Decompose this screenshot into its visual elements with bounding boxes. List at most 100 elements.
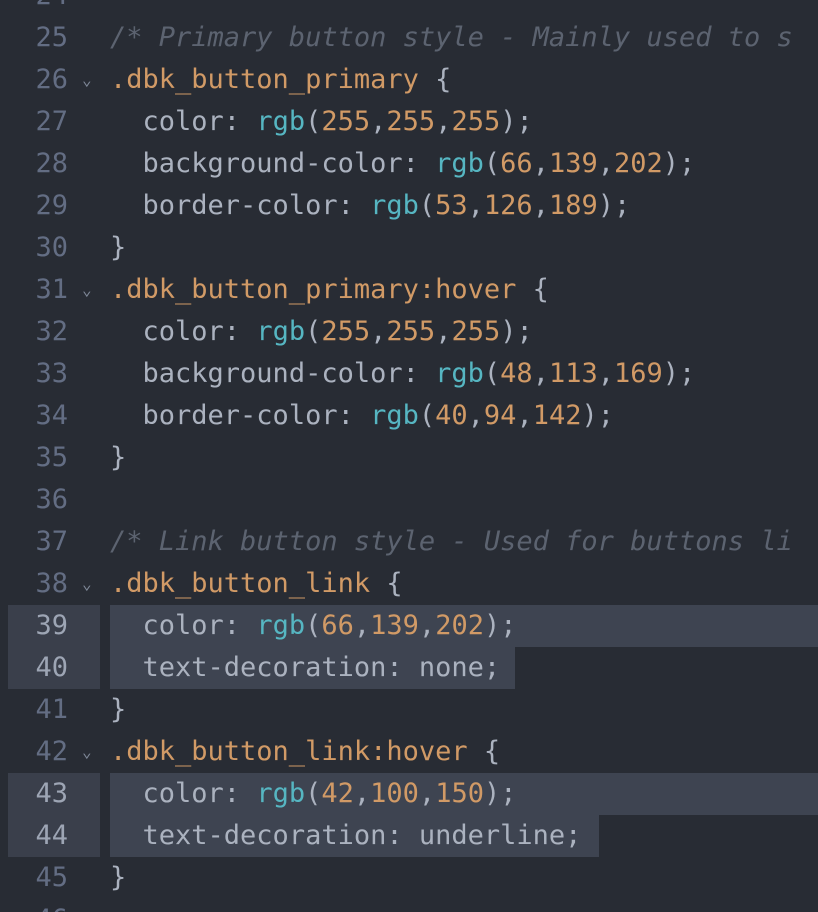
token-num: 142	[532, 400, 582, 431]
code-text[interactable]: .dbk_button_link:hover {	[110, 731, 500, 773]
line-gutter[interactable]: 45	[0, 857, 100, 899]
token-punc: );	[662, 358, 696, 389]
code-text[interactable]: color: rgb(42,100,150);	[110, 773, 517, 815]
line-gutter[interactable]: 29	[0, 185, 100, 227]
token-sel: .dbk_button_link:hover	[110, 736, 468, 767]
code-text[interactable]: }	[110, 227, 126, 269]
code-line[interactable]: 24	[0, 0, 818, 17]
code-text[interactable]: text-decoration: underline;	[110, 815, 582, 857]
code-text[interactable]: background-color: rgb(48,113,169);	[110, 353, 696, 395]
line-gutter[interactable]: 41	[0, 689, 100, 731]
token-punc: ,	[597, 358, 614, 389]
code-line[interactable]: 30}	[0, 227, 818, 269]
code-line[interactable]: 40 text-decoration: none;	[0, 647, 818, 689]
code-text[interactable]: }	[110, 857, 126, 899]
line-gutter[interactable]: 40	[8, 647, 100, 689]
code-text[interactable]: color: rgb(66,139,202);	[110, 605, 517, 647]
code-text[interactable]: .dbk_button_primary:hover {	[110, 269, 549, 311]
token-punc: ,	[467, 190, 484, 221]
line-gutter[interactable]: 44	[8, 815, 100, 857]
code-text[interactable]: background-color: rgb(66,139,202);	[110, 143, 696, 185]
chevron-down-icon[interactable]: ⌄	[82, 563, 92, 605]
line-gutter[interactable]: 26 ⌄	[0, 59, 100, 101]
code-line[interactable]: 36	[0, 479, 818, 521]
code-line[interactable]: 38 ⌄ .dbk_button_link {	[0, 563, 818, 605]
line-gutter[interactable]: 43	[8, 773, 100, 815]
token-punc: {	[418, 64, 452, 95]
token-fn: rgb	[256, 106, 306, 137]
code-text[interactable]: /* Link button style - Used for buttons …	[110, 521, 793, 563]
token-prop: border-color:	[142, 190, 371, 221]
code-line[interactable]: 32 color: rgb(255,255,255);	[0, 311, 818, 353]
chevron-down-icon[interactable]: ⌄	[82, 59, 92, 101]
line-gutter[interactable]: 36	[0, 479, 100, 521]
line-gutter[interactable]: 34	[0, 395, 100, 437]
chevron-down-icon[interactable]: ⌄	[82, 269, 92, 311]
line-number: 38	[35, 568, 68, 599]
token-prop: background-color:	[142, 358, 436, 389]
code-text[interactable]: .dbk_button_primary {	[110, 59, 451, 101]
token-punc: (	[483, 148, 501, 179]
code-line[interactable]: 44 text-decoration: underline;	[0, 815, 818, 857]
code-text[interactable]: border-color: rgb(53,126,189);	[110, 185, 631, 227]
line-number: 29	[35, 190, 68, 221]
token-num: 139	[370, 610, 419, 641]
token-punc: ,	[467, 400, 484, 431]
code-line[interactable]: 46	[0, 899, 818, 912]
code-line[interactable]: 43 color: rgb(42,100,150);	[0, 773, 818, 815]
code-text[interactable]: }	[110, 689, 126, 731]
line-number: 46	[35, 899, 68, 912]
token-punc: ,	[435, 106, 452, 137]
code-line[interactable]: 34 border-color: rgb(40,94,142);	[0, 395, 818, 437]
line-gutter[interactable]: 24	[0, 0, 100, 17]
line-gutter[interactable]: 39	[8, 605, 100, 647]
line-gutter[interactable]: 42 ⌄	[0, 731, 100, 773]
line-gutter[interactable]: 33	[0, 353, 100, 395]
code-line[interactable]: 27 color: rgb(255,255,255);	[0, 101, 818, 143]
line-gutter[interactable]: 28	[0, 143, 100, 185]
code-text[interactable]: }	[110, 437, 126, 479]
line-gutter[interactable]: 30	[0, 227, 100, 269]
line-gutter[interactable]: 31 ⌄	[0, 269, 100, 311]
code-line[interactable]: 29 border-color: rgb(53,126,189);	[0, 185, 818, 227]
token-num: 48	[500, 358, 533, 389]
line-number: 24	[35, 0, 68, 17]
chevron-down-icon[interactable]: ⌄	[82, 731, 92, 773]
line-gutter[interactable]: 32	[0, 311, 100, 353]
token-punc: }	[110, 232, 127, 263]
token-num: 202	[614, 148, 663, 179]
line-gutter[interactable]: 27	[0, 101, 100, 143]
token-punc: {	[516, 274, 549, 305]
token-punc: ,	[516, 400, 533, 431]
line-gutter[interactable]: 37	[0, 521, 100, 563]
code-line[interactable]: 26 ⌄ .dbk_button_primary {	[0, 59, 818, 101]
line-gutter[interactable]: 25	[0, 17, 100, 59]
line-gutter[interactable]: 35	[0, 437, 100, 479]
code-line[interactable]: 28 background-color: rgb(66,139,202);	[0, 143, 818, 185]
code-line[interactable]: 33 background-color: rgb(48,113,169);	[0, 353, 818, 395]
code-text[interactable]: text-decoration: none;	[110, 647, 501, 689]
code-text[interactable]: /* Primary button style - Mainly used to…	[110, 17, 793, 59]
code-text[interactable]: .dbk_button_link {	[110, 563, 403, 605]
code-text[interactable]: color: rgb(255,255,255);	[110, 101, 533, 143]
code-text[interactable]: border-color: rgb(40,94,142);	[110, 395, 614, 437]
code-line[interactable]: 25 /* Primary button style - Mainly used …	[0, 17, 818, 59]
token-punc: );	[500, 106, 533, 137]
token-num: 40	[435, 400, 468, 431]
code-editor[interactable]: 24 25 /* Primary button style - Mainly use…	[0, 0, 818, 912]
code-line[interactable]: 39 color: rgb(66,139,202);	[0, 605, 818, 647]
token-punc: (	[305, 610, 322, 641]
token-fn: rgb	[370, 400, 419, 431]
code-line[interactable]: 41}	[0, 689, 818, 731]
line-gutter[interactable]: 38 ⌄	[0, 563, 100, 605]
code-line[interactable]: 42 ⌄ .dbk_button_link:hover {	[0, 731, 818, 773]
code-line[interactable]: 37 /* Link button style - Used for button…	[0, 521, 818, 563]
token-num: 150	[435, 778, 484, 809]
code-line[interactable]: 31 ⌄ .dbk_button_primary:hover {	[0, 269, 818, 311]
code-text[interactable]: color: rgb(255,255,255);	[110, 311, 533, 353]
line-gutter[interactable]: 46	[0, 899, 100, 912]
code-line[interactable]: 35}	[0, 437, 818, 479]
code-line[interactable]: 45}	[0, 857, 818, 899]
token-punc: ,	[532, 358, 549, 389]
